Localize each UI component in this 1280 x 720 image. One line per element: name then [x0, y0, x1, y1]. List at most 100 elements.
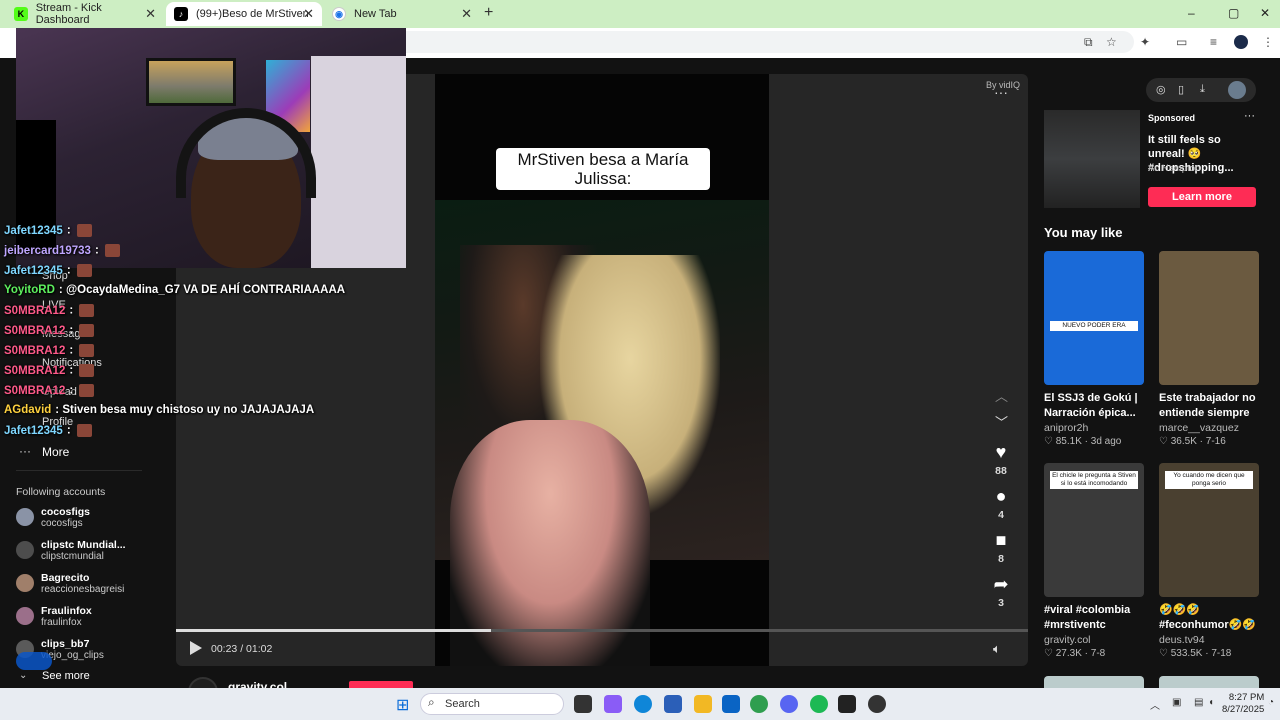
volume-icon[interactable]: 🔈︎ [993, 641, 1001, 657]
mobile-icon[interactable]: ▯ [1178, 83, 1184, 96]
star-icon[interactable]: ☆ [1106, 35, 1117, 49]
recommended-card[interactable]: Este trabajador no entiende siempre e...… [1159, 251, 1259, 447]
following-account[interactable]: clipstc Mundial... clipstcmundial [16, 539, 126, 563]
discord-icon[interactable] [780, 695, 798, 713]
comment-count: 4 [998, 509, 1004, 521]
chat-username[interactable]: S0MBRA12 [4, 305, 65, 317]
recommended-card[interactable]: Yo cuando me dicen que ponga serio 🤣🤣🤣 #f… [1159, 463, 1259, 659]
clock-time: 8:27 PM [1228, 692, 1265, 703]
close-icon[interactable]: ✕ [461, 6, 472, 22]
windows-start-icon[interactable]: ⊞ [396, 695, 409, 715]
maximize-button[interactable]: ▢ [1228, 6, 1239, 20]
tab-tiktok[interactable]: ♪ (99+)Beso de MrStiven y María ✕ [166, 2, 322, 26]
autoscroll-icon[interactable]: ◎ [1156, 83, 1166, 96]
outlook-icon[interactable] [722, 695, 740, 713]
recommended-author[interactable]: gravity.col [1044, 634, 1144, 646]
extensions-icon[interactable]: ✦ [1140, 35, 1150, 49]
close-window-button[interactable]: ✕ [1260, 6, 1270, 20]
copilot-icon[interactable] [604, 695, 622, 713]
recommended-author[interactable]: anipror2h [1044, 422, 1144, 434]
tray-app-icon[interactable]: ▣ [1172, 697, 1181, 708]
install-icon[interactable]: ⧉ [1084, 35, 1093, 50]
recommended-card[interactable]: El chicle le pregunta a Stiven si lo est… [1044, 463, 1144, 659]
media-icon[interactable]: ≡ [1210, 35, 1217, 49]
chat-username[interactable]: S0MBRA12 [4, 385, 65, 397]
chat-username[interactable]: S0MBRA12 [4, 325, 65, 337]
tab-new[interactable]: ◉ New Tab ✕ [324, 2, 480, 26]
floating-widget[interactable] [16, 652, 52, 670]
store-icon[interactable] [664, 695, 682, 713]
task-view-icon[interactable] [574, 695, 592, 713]
comment-action[interactable]: ● 4 [988, 486, 1014, 521]
chat-username[interactable]: Jafet12345 [4, 265, 63, 277]
chat-username[interactable]: jeibercard19733 [4, 245, 91, 257]
chat-username[interactable]: AGdavid [4, 404, 51, 416]
new-tab-button[interactable]: + [484, 4, 493, 22]
chat-colon: : [69, 344, 77, 357]
save-action[interactable]: ■ 8 [988, 530, 1014, 565]
cast-icon[interactable]: ▭ [1176, 35, 1187, 49]
tab-kick[interactable]: K Stream - Kick Dashboard ✕ [6, 2, 164, 26]
chevron-down-icon[interactable]: ﹀ [995, 412, 1008, 431]
chat-message: jeibercard19733: [4, 244, 120, 257]
chat-message: S0MBRA12: [4, 364, 95, 377]
recommended-author[interactable]: deus.tv94 [1159, 634, 1259, 646]
recommended-title[interactable]: El SSJ3 de Gokú | Narración épica... [1044, 391, 1144, 421]
more-options-icon[interactable]: ··· [994, 84, 1008, 100]
recommended-thumbnail[interactable] [1044, 676, 1144, 688]
chat-username[interactable]: S0MBRA12 [4, 345, 65, 357]
edge-icon[interactable] [634, 695, 652, 713]
recommended-card[interactable]: NUEVO PODER ERA El SSJ3 de Gokú | Narraci… [1044, 251, 1144, 447]
recommended-title[interactable]: Este trabajador no entiende siempre e... [1159, 391, 1259, 421]
recommended-thumbnail[interactable]: NUEVO PODER ERA [1044, 251, 1144, 385]
chat-username[interactable]: YoyitoRD [4, 284, 55, 296]
spotify-icon[interactable] [810, 695, 828, 713]
following-account[interactable]: cocosfigs cocosfigs [16, 506, 90, 530]
following-name: Bagrecito [41, 572, 90, 584]
close-icon[interactable]: ✕ [145, 6, 156, 22]
like-action[interactable]: ♥ 88 [988, 442, 1014, 477]
recommended-thumbnail[interactable] [1159, 251, 1259, 385]
profile-avatar[interactable] [1234, 35, 1248, 49]
recommended-title[interactable]: #viral #colombia #mrstiventc #latam... [1044, 603, 1144, 633]
chrome-taskbar-icon[interactable] [750, 695, 768, 713]
network-icon[interactable]: ▤ [1194, 697, 1203, 708]
learn-more-button[interactable]: Learn more [1148, 187, 1256, 207]
share-action[interactable]: ➦ 3 [988, 574, 1014, 609]
chevron-up-icon[interactable]: ︿ [995, 386, 1008, 405]
taskbar-search[interactable]: Search [420, 693, 564, 715]
volume-tray-icon[interactable]: ◖ [1208, 697, 1214, 708]
chat-emote-icon [76, 264, 92, 277]
recommended-thumbnail[interactable]: El chicle le pregunta a Stiven si lo est… [1044, 463, 1144, 597]
thumbnail-caption: Yo cuando me dicen que ponga serio [1165, 471, 1253, 489]
recommended-thumbnail[interactable] [1159, 676, 1259, 688]
play-icon[interactable] [190, 641, 202, 655]
recommended-author[interactable]: marce__vazquez [1159, 422, 1259, 434]
avatar [16, 541, 34, 559]
close-icon[interactable]: ✕ [303, 6, 314, 22]
chat-message: Jafet12345: [4, 264, 92, 277]
see-more-link[interactable]: See more [42, 670, 90, 682]
chat-username[interactable]: S0MBRA12 [4, 365, 65, 377]
user-avatar[interactable] [1228, 81, 1246, 99]
menu-icon[interactable]: ⋮ [1262, 35, 1274, 49]
recommended-thumbnail[interactable]: Yo cuando me dicen que ponga serio [1159, 463, 1259, 597]
following-account[interactable]: Bagrecito reaccionesbagreisi [16, 572, 124, 596]
chat-username[interactable]: Jafet12345 [4, 425, 63, 437]
sponsored-more-icon[interactable]: ··· [1244, 110, 1255, 122]
taskbar-clock[interactable]: 8:27 PM 8/27/2025 [1222, 692, 1264, 716]
download-icon[interactable]: ⤓ [1200, 83, 1205, 96]
file-explorer-icon[interactable] [694, 695, 712, 713]
chat-colon: : [66, 424, 74, 437]
sponsored-thumbnail[interactable] [1044, 110, 1140, 208]
nav-more[interactable]: More [42, 445, 69, 459]
chat-username[interactable]: Jafet12345 [4, 225, 63, 237]
terminal-icon[interactable] [838, 695, 856, 713]
obs-icon[interactable] [868, 695, 886, 713]
search-icon: ⌕ [428, 695, 435, 709]
following-account[interactable]: Fraulinfox fraulinfox [16, 605, 92, 629]
recommended-title[interactable]: 🤣🤣🤣 #feconhumor🤣🤣🤣... [1159, 603, 1259, 633]
tray-chevron-icon[interactable]: ︿ [1150, 697, 1160, 712]
notification-bell-icon[interactable]: ◔ [1268, 697, 1274, 708]
minimize-button[interactable]: – [1188, 6, 1195, 20]
